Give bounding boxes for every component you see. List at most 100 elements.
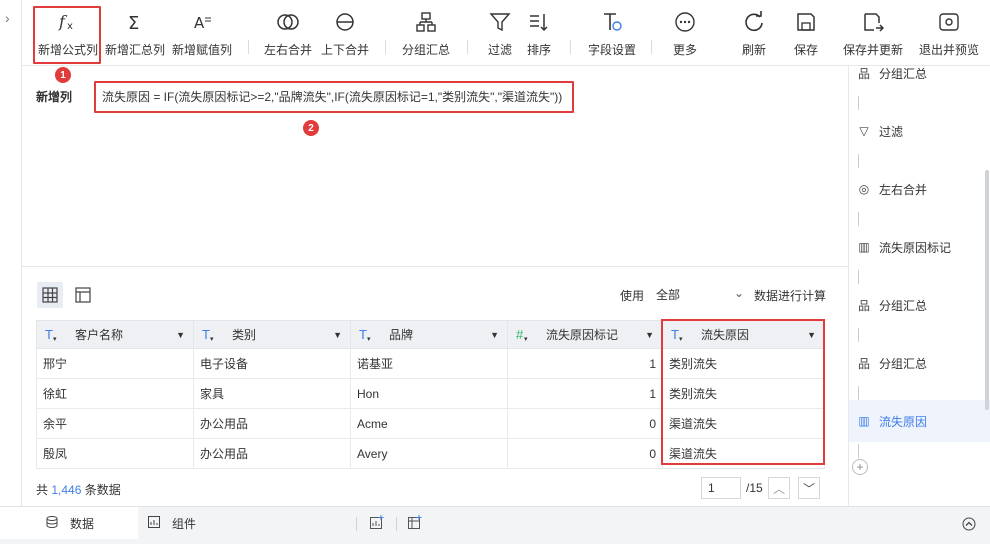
group-summary-label: 分组汇总 (401, 43, 450, 57)
tab-data[interactable]: 数据 (0, 507, 138, 539)
new-summary-column-button[interactable]: Σ 新增汇总列 (102, 6, 168, 62)
column-menu-icon[interactable]: ▼ (645, 330, 654, 340)
group-summary-button[interactable]: 分组汇总 (398, 6, 454, 62)
save-button[interactable]: 保存 (786, 6, 826, 62)
sigma-icon: Σ (124, 6, 146, 38)
column-menu-icon[interactable]: ▼ (176, 330, 185, 340)
table-cell[interactable]: 1 (507, 348, 663, 379)
new-assign-column-button[interactable]: A 新增赋值列 (169, 6, 235, 62)
table-cell[interactable]: Hon (350, 378, 508, 409)
table-cell[interactable]: 办公用品 (193, 408, 351, 439)
left-collapse-strip[interactable]: › (0, 0, 22, 506)
more-label: 更多 (672, 43, 697, 57)
grid-view-toggle[interactable] (37, 282, 63, 308)
text-type-icon: T ▾ (45, 327, 57, 343)
plus-icon: + (856, 460, 864, 474)
table-cell[interactable]: Acme (350, 408, 508, 439)
step-connector (858, 328, 859, 342)
table-cell[interactable]: 电子设备 (193, 348, 351, 379)
column-header-churn-flag[interactable]: # ▾ 流失原因标记 ▼ (507, 320, 663, 349)
eye-icon (938, 6, 960, 38)
sort-label: 排序 (526, 43, 551, 57)
field-settings-button[interactable]: 字段设置 (584, 6, 640, 62)
row-count: 共 1,446 条数据 (36, 483, 121, 497)
stack-merge-icon (334, 6, 356, 38)
panel-divider (22, 266, 848, 267)
chevron-down-icon: ﹀ (802, 481, 815, 496)
table-cell[interactable]: 办公用品 (193, 438, 351, 469)
new-summary-column-label: 新增汇总列 (104, 43, 165, 57)
refresh-button[interactable]: 刷新 (734, 6, 774, 62)
database-icon (46, 515, 58, 531)
venn-icon (276, 6, 300, 38)
table-cell[interactable]: 家具 (193, 378, 351, 409)
save-icon (795, 6, 817, 38)
page-total: /15 (746, 481, 763, 495)
sort-button[interactable]: 排序 (520, 6, 558, 62)
chevron-down-icon: ⌄ (733, 286, 744, 300)
page-number-input[interactable]: 1 (701, 477, 741, 499)
data-scope-value: 全部 (656, 288, 681, 302)
step-item-active[interactable]: ▥ 流失原因 (849, 400, 990, 442)
table-cell[interactable]: 邢宁 (36, 348, 194, 379)
collapse-panel-icon[interactable] (962, 517, 976, 534)
annotation-badge-1: 1 (55, 67, 71, 83)
step-item[interactable]: ▥ 流失原因标记 (849, 226, 990, 268)
table-cell[interactable]: 诺基亚 (350, 348, 508, 379)
step-connector (858, 96, 859, 110)
step-connector (858, 444, 859, 458)
step-item[interactable]: 品分组汇总 (849, 52, 990, 94)
field-settings-label: 字段设置 (587, 43, 636, 57)
filter-label: 过滤 (487, 43, 512, 57)
steps-scrollbar[interactable] (985, 170, 989, 410)
up-down-merge-button[interactable]: 上下合并 (317, 6, 373, 62)
step-item[interactable]: 品分组汇总 (849, 284, 990, 326)
step-item[interactable]: ◎ 左右合并 (849, 168, 990, 210)
assign-icon: A (191, 6, 213, 38)
filter-button[interactable]: 过滤 (480, 6, 520, 62)
step-connector (858, 270, 859, 284)
column-menu-icon[interactable]: ▼ (490, 330, 499, 340)
chart-icon (148, 515, 160, 531)
step-connector (858, 212, 859, 226)
add-chart-icon[interactable] (370, 515, 384, 532)
add-table-icon[interactable] (408, 515, 422, 532)
column-menu-icon[interactable]: ▼ (333, 330, 342, 340)
table-cell[interactable]: 0 (507, 408, 663, 439)
left-right-merge-button[interactable]: 左右合并 (260, 6, 316, 62)
table-cell[interactable]: 余平 (36, 408, 194, 439)
text-type-icon: T ▾ (359, 327, 371, 343)
toolbar-divider (467, 40, 468, 54)
more-button[interactable]: 更多 (664, 6, 706, 62)
prev-page-button[interactable]: ︿ (768, 477, 790, 499)
table-cell[interactable]: 1 (507, 378, 663, 409)
bottom-tab-bar: 数据 组件 (0, 506, 990, 544)
sort-icon (528, 6, 550, 38)
column-header-category[interactable]: T ▾ 类别 ▼ (193, 320, 351, 349)
toolbar-divider (248, 40, 249, 54)
table-cell[interactable]: Avery (350, 438, 508, 469)
chevron-up-icon: ︿ (772, 481, 785, 496)
column-header-customer[interactable]: T ▾ 客户名称 ▼ (36, 320, 194, 349)
column-icon: ▥ (858, 240, 870, 254)
layout-view-toggle[interactable] (70, 282, 96, 308)
highlight-box-new-column (661, 319, 825, 465)
grid-icon (42, 287, 58, 303)
table-cell[interactable]: 殷凤 (36, 438, 194, 469)
table-cell[interactable]: 徐虹 (36, 378, 194, 409)
add-step-button[interactable]: + (852, 459, 868, 475)
table-cell[interactable]: 0 (507, 438, 663, 469)
annotation-badge-2: 2 (303, 120, 319, 136)
chevron-right-icon[interactable]: › (5, 10, 10, 26)
next-page-button[interactable]: ﹀ (798, 477, 820, 499)
tab-component[interactable]: 组件 (148, 507, 238, 539)
formula-area: 新增列 流失原因 = IF(流失原因标记>=2,"品牌流失",IF(流失原因标记… (22, 66, 848, 266)
save-update-icon (862, 6, 884, 38)
group-tree-icon: 品 (857, 66, 870, 81)
data-scope-select[interactable]: 全部 ⌄ (654, 283, 748, 305)
step-item[interactable]: 品分组汇总 (849, 342, 990, 384)
toolbar-divider (570, 40, 571, 54)
column-header-brand[interactable]: T ▾ 品牌 ▼ (350, 320, 508, 349)
step-item[interactable]: ▽ 过滤 (849, 110, 990, 152)
highlight-box-formula (94, 81, 574, 113)
